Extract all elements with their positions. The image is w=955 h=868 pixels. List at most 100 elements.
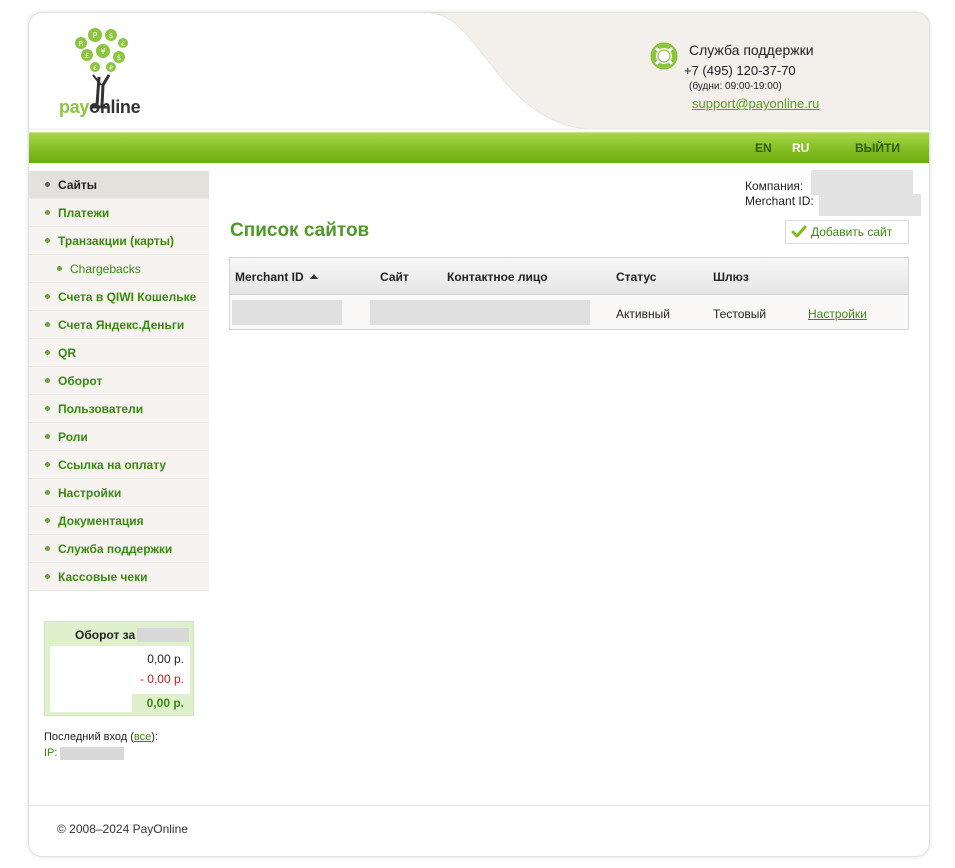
- logo-online: online: [89, 97, 141, 117]
- col-status[interactable]: Статус: [616, 270, 656, 284]
- sidebar-item-label: Счета Яндекс.Деньги: [58, 317, 185, 332]
- support-hours: (будни: 09:00-19:00): [689, 81, 782, 92]
- redacted-period: [137, 628, 189, 642]
- support-phone: +7 (495) 120-37-70: [684, 63, 796, 78]
- svg-text:£: £: [85, 52, 89, 60]
- sidebar-item-payments[interactable]: Платежи: [29, 199, 209, 227]
- sidebar-item-label: Кассовые чеки: [58, 569, 148, 584]
- svg-text:$: $: [117, 54, 121, 62]
- page-frame: R P $ € £ ¥ $ € ₽ payonline Служба подде…: [28, 12, 930, 857]
- col-merchant-id-label: Merchant ID: [235, 270, 304, 284]
- svg-text:₽: ₽: [109, 65, 113, 72]
- sort-asc-icon: [309, 274, 318, 279]
- svg-text:€: €: [93, 65, 97, 72]
- bullet-icon: [45, 210, 50, 215]
- sidebar-item-docs[interactable]: Документация: [29, 507, 209, 535]
- redacted-company: [811, 170, 913, 195]
- footer-divider: [29, 805, 929, 806]
- lang-ru-link[interactable]: RU: [792, 141, 809, 155]
- bullet-icon: [45, 238, 50, 243]
- copyright: © 2008–2024 PayOnline: [57, 822, 188, 836]
- turnover-widget: Оборот за 0,00 р. - 0,00 р. 0,00 р.: [44, 621, 194, 716]
- sidebar-item-transactions[interactable]: Транзакции (карты): [29, 227, 209, 255]
- status-cell: Активный: [616, 307, 670, 321]
- sidebar-item-label: Настройки: [58, 485, 122, 500]
- support-email-link[interactable]: support@payonline.ru: [692, 96, 819, 111]
- bullet-icon: [45, 322, 50, 327]
- add-site-label: Добавить сайт: [811, 225, 893, 239]
- support-title: Служба поддержки: [689, 42, 814, 58]
- sidebar-menu: Сайты Платежи Транзакции (карты) Chargeb…: [29, 171, 209, 591]
- sidebar-item-label: Счета в QIWI Кошельке: [58, 289, 197, 304]
- sidebar-item-label: Chargebacks: [70, 261, 141, 276]
- sidebar-item-label: Сайты: [58, 177, 97, 192]
- sites-table: Merchant ID Сайт Контактное лицо Статус …: [229, 257, 909, 330]
- merchant-id-label: Merchant ID:: [745, 194, 814, 208]
- sidebar-item-roles[interactable]: Роли: [29, 423, 209, 451]
- bullet-icon: [45, 434, 50, 439]
- ip-label: IP:: [44, 747, 58, 759]
- sidebar-item-chargebacks[interactable]: Chargebacks: [29, 255, 209, 283]
- turnover-outgo: - 0,00 р.: [139, 672, 184, 686]
- bullet-icon: [45, 546, 50, 551]
- bullet-icon: [45, 462, 50, 467]
- logo-pay: pay: [59, 97, 90, 117]
- lifebuoy-icon: [650, 42, 678, 70]
- bullet-icon: [45, 490, 50, 495]
- sidebar-item-receipts[interactable]: Кассовые чеки: [29, 563, 209, 591]
- col-gateway[interactable]: Шлюз: [713, 270, 749, 284]
- table-row: Активный Тестовый Настройки: [230, 296, 908, 329]
- bullet-icon: [45, 406, 50, 411]
- sidebar-item-qr[interactable]: QR: [29, 339, 209, 367]
- bullet-icon: [45, 350, 50, 355]
- logout-link[interactable]: ВЫЙТИ: [855, 141, 900, 155]
- bullet-icon: [45, 518, 50, 523]
- sidebar-item-support[interactable]: Служба поддержки: [29, 535, 209, 563]
- sidebar-item-users[interactable]: Пользователи: [29, 395, 209, 423]
- lang-en-link[interactable]: EN: [755, 141, 772, 155]
- svg-text:¥: ¥: [100, 47, 105, 56]
- col-site[interactable]: Сайт: [380, 270, 409, 284]
- company-info: Компания: Merchant ID:: [745, 179, 814, 209]
- gateway-cell: Тестовый: [713, 307, 767, 321]
- col-contact[interactable]: Контактное лицо: [447, 270, 548, 284]
- sidebar-item-label: Оборот: [58, 373, 103, 388]
- sidebar-item-turnover[interactable]: Оборот: [29, 367, 209, 395]
- add-site-button[interactable]: Добавить сайт: [785, 220, 909, 244]
- sidebar-item-label: Платежи: [58, 205, 110, 220]
- col-merchant-id[interactable]: Merchant ID: [235, 270, 318, 284]
- redacted-merchant-id: [819, 194, 921, 216]
- sidebar-item-payment-link[interactable]: Ссылка на оплату: [29, 451, 209, 479]
- sidebar-item-label: QR: [58, 345, 76, 360]
- sidebar-item-label: Роли: [58, 429, 88, 444]
- bullet-icon: [45, 574, 50, 579]
- sidebar-item-label: Пользователи: [58, 401, 144, 416]
- turnover-values: 0,00 р. - 0,00 р. 0,00 р.: [50, 646, 190, 712]
- sidebar-item-qiwi[interactable]: Счета в QIWI Кошельке: [29, 283, 209, 311]
- bullet-icon: [57, 266, 62, 271]
- sidebar-item-settings[interactable]: Настройки: [29, 479, 209, 507]
- redacted-merchant-cell: [232, 300, 342, 325]
- turnover-income: 0,00 р.: [147, 652, 184, 666]
- top-nav-bar: EN RU ВЫЙТИ: [29, 132, 929, 163]
- turnover-title: Оборот за: [75, 628, 136, 642]
- header: R P $ € £ ¥ $ € ₽ payonline Служба подде…: [29, 13, 929, 131]
- svg-text:R: R: [79, 40, 84, 48]
- last-login-label: Последний вход: [44, 731, 128, 743]
- bullet-icon: [45, 182, 50, 187]
- table-header: Merchant ID Сайт Контактное лицо Статус …: [230, 258, 908, 295]
- page-title: Список сайтов: [230, 220, 370, 241]
- logo-wordmark[interactable]: payonline: [59, 97, 141, 118]
- all-logins-link[interactable]: все: [134, 731, 151, 743]
- sidebar-item-yandex[interactable]: Счета Яндекс.Деньги: [29, 311, 209, 339]
- sidebar-item-sites[interactable]: Сайты: [29, 171, 209, 199]
- redacted-ip: [60, 747, 124, 760]
- settings-link[interactable]: Настройки: [808, 307, 867, 321]
- checkmark-icon: [791, 225, 807, 238]
- bullet-icon: [45, 378, 50, 383]
- last-login: Последний вход (все):: [44, 731, 158, 743]
- turnover-total: 0,00 р.: [146, 696, 184, 710]
- bullet-icon: [45, 294, 50, 299]
- sidebar-item-label: Служба поддержки: [58, 541, 173, 556]
- svg-text:$: $: [109, 32, 113, 40]
